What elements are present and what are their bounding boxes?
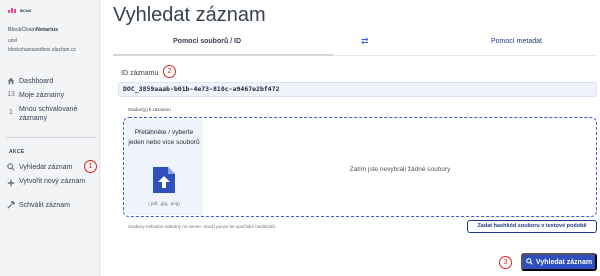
sidebar-item-label: Vyhledat záznam bbox=[19, 164, 73, 171]
record-id-field[interactable]: DOC_3859aaab-b01b-4e73-810c-a9467e2bf472 bbox=[118, 82, 597, 97]
logo-text: BChN bbox=[20, 7, 32, 13]
search-icon bbox=[6, 163, 16, 173]
plus-icon bbox=[6, 177, 16, 189]
sidebar-item-search-record[interactable]: Vyhledat záznam bbox=[6, 163, 72, 173]
sidebar-item-label: Schválit záznam bbox=[19, 202, 70, 209]
file-picker[interactable]: Přetáhněte / vyberte jeden nebo více sou… bbox=[125, 119, 203, 215]
sidebar-item-my-records[interactable]: 13 Moje záznamy bbox=[6, 91, 64, 100]
section-title: AKCE bbox=[9, 149, 25, 155]
count-badge: 1 bbox=[9, 109, 13, 116]
user-host: blockchainsandbox.elachan.cz bbox=[8, 47, 76, 53]
sidebar-item-create-record[interactable]: Vytvořit nový záznam bbox=[6, 177, 86, 189]
sidebar-item-approve-record[interactable]: Schválit záznam bbox=[6, 200, 70, 211]
step-marker-2: 2 bbox=[163, 65, 176, 78]
no-files-message: Zatím jste nevybrali žádné soubory bbox=[349, 166, 451, 173]
sidebar: BChN BlockChainNotarius uzel blockchains… bbox=[0, 0, 100, 276]
files-label: Soubor(y) k záznamu bbox=[128, 107, 171, 112]
step-marker-3: 3 bbox=[499, 256, 512, 269]
record-id-label: ID záznamu bbox=[121, 70, 159, 77]
swap-icon[interactable]: ⇄ bbox=[361, 36, 369, 47]
page-title: Vyhledat záznam bbox=[113, 4, 266, 26]
search-record-button[interactable]: Vyhledat záznam bbox=[521, 253, 597, 271]
app-name-prefix: BlockChain bbox=[8, 27, 36, 33]
search-mode-tabs: Pomocí souborů / ID ⇄ Pomocí metadat bbox=[113, 33, 597, 57]
upload-note: Soubory nebudou nahrány na server, slouž… bbox=[128, 224, 277, 229]
app-name: BlockChainNotarius bbox=[8, 27, 58, 33]
allowed-formats: (.pdf, .jpg, .png) bbox=[148, 201, 180, 206]
logo[interactable]: BChN bbox=[8, 7, 31, 13]
hammer-icon bbox=[6, 200, 16, 211]
search-icon bbox=[526, 257, 533, 267]
search-record-label: Vyhledat záznam bbox=[535, 258, 593, 266]
sidebar-item-label: Dashboard bbox=[19, 78, 54, 85]
sidebar-item-dashboard[interactable]: Dashboard bbox=[6, 77, 53, 87]
sidebar-item-label: Vytvořit nový záznam bbox=[19, 178, 86, 185]
home-icon bbox=[6, 77, 16, 87]
tab-files-id[interactable]: Pomocí souborů / ID bbox=[173, 38, 241, 45]
main-content: Vyhledat záznam Pomocí souborů / ID ⇄ Po… bbox=[101, 0, 600, 276]
count-badge: 13 bbox=[7, 91, 15, 98]
sidebar-item-label: Moje záznamy bbox=[19, 92, 65, 99]
logo-mark-icon bbox=[8, 7, 18, 13]
file-dropzone[interactable]: Přetáhněte / vyberte jeden nebo více sou… bbox=[123, 117, 597, 217]
sidebar-item-approved-by-me[interactable]: 1 Mnou schvalované záznamy bbox=[6, 105, 98, 123]
app-name-bold: Notarius bbox=[35, 27, 59, 33]
sidebar-divider bbox=[6, 137, 96, 138]
enter-hash-button[interactable]: Zadat hashkód souboru v textové podobě bbox=[467, 220, 597, 233]
step-marker-1: 1 bbox=[84, 160, 97, 173]
sidebar-item-label: Mnou schvalované záznamy bbox=[19, 106, 78, 122]
drop-instruction: Přetáhněte / vyberte jeden nebo více sou… bbox=[128, 129, 200, 146]
user-role: uzel bbox=[8, 38, 18, 44]
tab-active-indicator bbox=[113, 54, 333, 56]
upload-file-icon bbox=[153, 167, 175, 193]
tab-metadata[interactable]: Pomocí metadat bbox=[491, 38, 542, 45]
